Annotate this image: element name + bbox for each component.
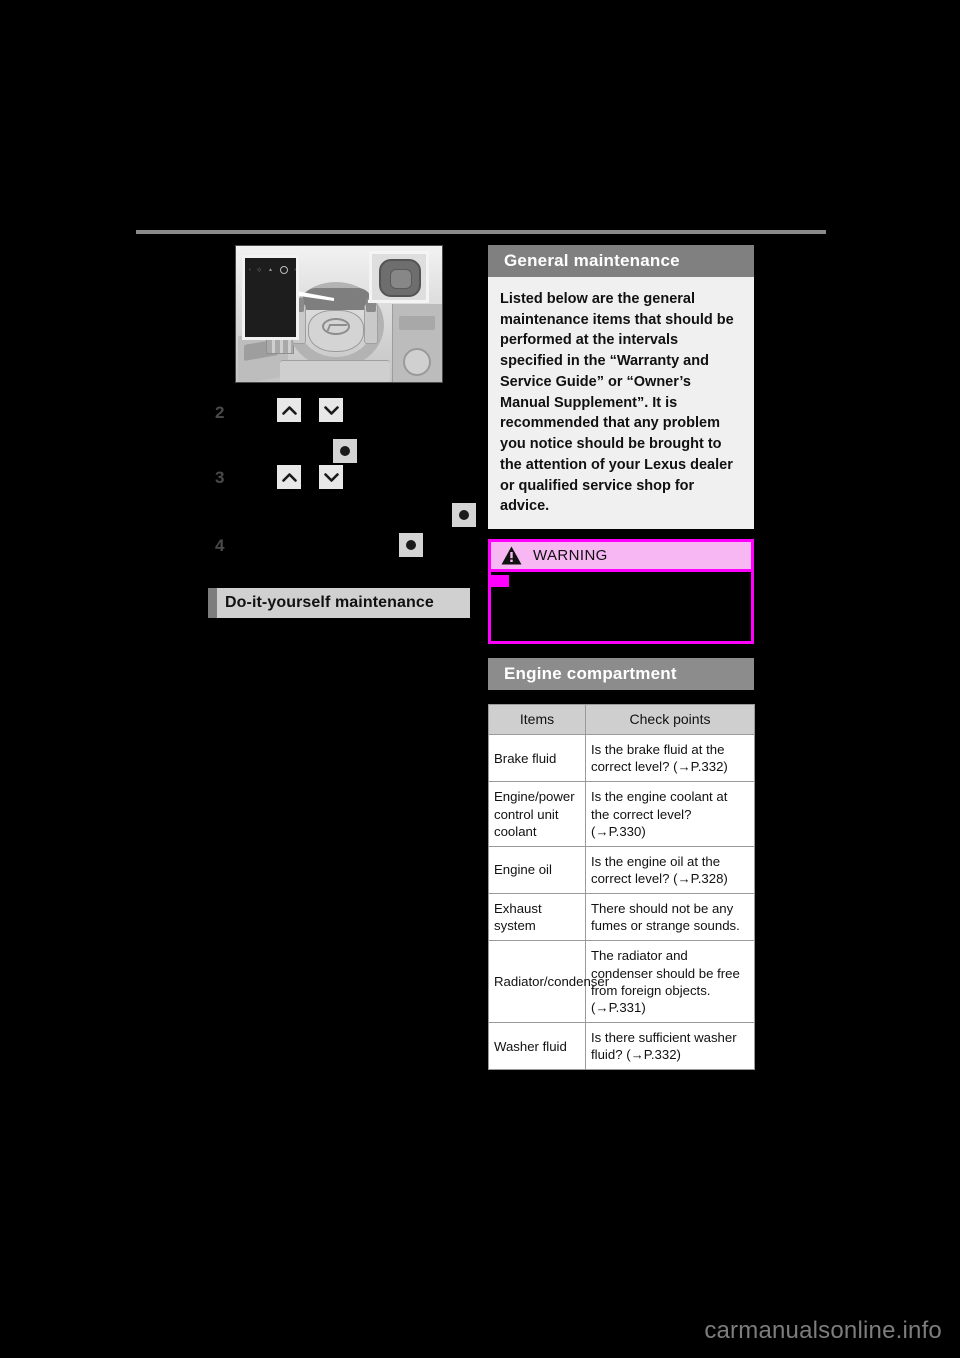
left-column: ‹ ◇ ▲ › 2 3 4 Do-it-yourself maintenance	[208, 245, 476, 618]
warning-bullet-marker	[491, 575, 509, 588]
display-icon-row: ‹ ◇ ▲ ›	[249, 266, 296, 274]
switch-callout	[369, 251, 429, 303]
select-dot-icon[interactable]	[452, 503, 476, 527]
instrument-hood-graphic	[302, 288, 372, 310]
cell-item: Brake fluid	[488, 734, 586, 783]
chevron-right-icon: ›	[294, 266, 296, 273]
select-dot-icon[interactable]	[333, 439, 357, 463]
general-maintenance-title: General maintenance	[504, 251, 680, 270]
cell-check-point: Is the brake fluid at the correct level?…	[585, 734, 755, 783]
table-header-row: Items Check points	[488, 704, 755, 736]
warning-body	[488, 572, 754, 645]
cell-item: Exhaust system	[488, 893, 586, 942]
warning-header: WARNING	[488, 539, 754, 573]
general-maintenance-body: Listed below are the general maintenance…	[488, 277, 754, 530]
dial-icon	[279, 266, 288, 274]
cell-check-point: There should not be any fumes or strange…	[585, 893, 755, 942]
header-rule	[136, 230, 826, 234]
engine-compartment-table: Items Check points Brake fluid Is the br…	[488, 704, 755, 1071]
engine-compartment-title: Engine compartment	[504, 664, 677, 684]
warning-box: WARNING	[488, 539, 754, 645]
select-dot-icon[interactable]	[399, 533, 423, 557]
table-row: Engine oil Is the engine oil at the corr…	[488, 845, 755, 895]
general-maintenance-header: General maintenance	[488, 245, 754, 277]
cell-item: Engine/power control unit coolant	[488, 781, 586, 847]
section-heading-label: Do-it-yourself maintenance	[225, 594, 434, 611]
lower-dash-graphic	[280, 360, 390, 382]
cell-item: Washer fluid	[488, 1022, 586, 1071]
table-row: Brake fluid Is the brake fluid at the co…	[488, 734, 755, 783]
table-row: Engine/power control unit coolant Is the…	[488, 781, 755, 847]
engine-compartment-header: Engine compartment	[488, 658, 754, 691]
step-number-4: 4	[215, 536, 225, 555]
center-console-graphic	[392, 304, 442, 382]
column-header-check-points: Check points	[585, 704, 755, 736]
warning-triangle-icon	[501, 546, 522, 565]
site-watermark: carmanualsonline.info	[704, 1317, 942, 1344]
table-row: Washer fluid Is there sufficient washer …	[488, 1022, 755, 1071]
chevron-up-icon[interactable]	[277, 465, 301, 489]
cell-check-point: Is the engine coolant at the correct lev…	[585, 781, 755, 847]
chevron-up-icon[interactable]	[277, 398, 301, 422]
control-pad-graphic	[379, 259, 421, 297]
column-header-items: Items	[488, 704, 586, 736]
cell-check-point: The radiator and condenser should be fre…	[585, 940, 755, 1024]
section-heading-diy: Do-it-yourself maintenance	[208, 588, 470, 618]
chevron-down-icon[interactable]	[319, 465, 343, 489]
cell-item: Radiator/condenser	[488, 940, 609, 1024]
dot-glyph	[459, 510, 469, 520]
cell-item: Engine oil	[488, 845, 586, 895]
step-number-2: 2	[215, 403, 225, 422]
lexus-emblem-icon	[322, 318, 350, 335]
table-row: Radiator/condenser The radiator and cond…	[488, 940, 755, 1024]
step-number-3: 3	[215, 468, 225, 487]
display-callout: ‹ ◇ ▲ ›	[242, 255, 299, 340]
right-column: General maintenance Listed below are the…	[488, 245, 755, 1071]
dot-glyph	[340, 446, 350, 456]
misc-icon-b: ▲	[267, 266, 273, 273]
warning-label: WARNING	[533, 547, 608, 565]
dashboard-illustration: ‹ ◇ ▲ ›	[235, 245, 443, 383]
dot-glyph	[406, 540, 416, 550]
manual-page: ‹ ◇ ▲ › 2 3 4 Do-it-yourself maintenance…	[0, 0, 960, 1358]
numbered-steps: 2 3 4	[208, 397, 476, 572]
cell-check-point: Is the engine oil at the correct level? …	[585, 845, 755, 895]
heading-accent-bar	[208, 588, 217, 618]
misc-icon-a: ◇	[257, 266, 262, 273]
chevron-down-icon[interactable]	[319, 398, 343, 422]
cell-check-point: Is there sufficient washer fluid? (→P.33…	[585, 1022, 755, 1071]
chevron-left-icon: ‹	[249, 266, 251, 273]
table-row: Exhaust system There should not be any f…	[488, 893, 755, 942]
